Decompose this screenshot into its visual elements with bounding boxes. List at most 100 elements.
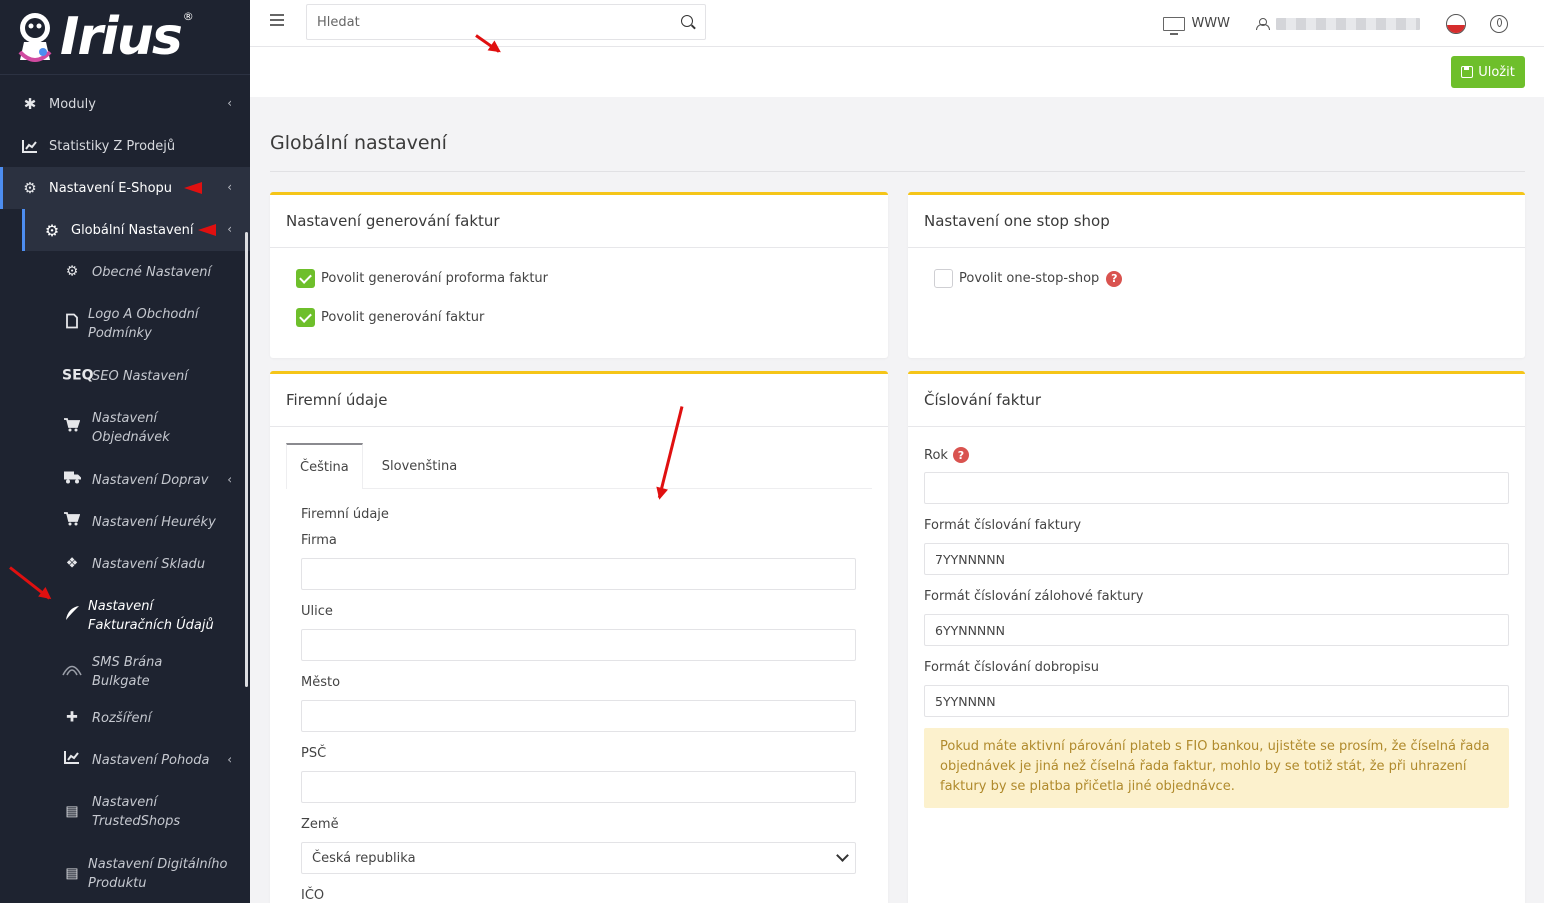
sidebar-item-label: Nastavení E-Shopu [49,180,173,196]
logout-icon[interactable] [1490,14,1508,33]
fio-warning-notice: Pokud máte aktivní párování plateb s FIO… [924,728,1509,808]
sidebar-subitem-shipping[interactable]: Nastavení Doprav ‹ [0,459,250,501]
truck-icon [62,471,82,490]
card-icon: ▤ [65,865,79,882]
sidebar-item-label: Nastavení Digitálního Produktu [88,857,228,891]
country-select[interactable]: Česká republika [301,842,856,874]
checkbox-checked[interactable] [296,308,315,327]
sidebar-subitem-digital-product[interactable]: ▤ Nastavení Digitálního Produktu [0,843,250,903]
deposit-format-input[interactable] [924,614,1509,646]
invoice-format-label: Formát číslování faktury [924,518,1082,533]
ulice-input[interactable] [301,629,856,661]
topbar-right: WWW [1163,0,1544,47]
language-tabs: Čeština Slovenština [286,443,872,489]
puzzle-icon: ✱ [23,95,37,113]
sidebar-subitem-sms[interactable]: SMS Brána Bulkgate [0,647,250,697]
search-box [306,4,706,40]
ico-label: IČO [301,888,325,903]
nav-menu: ✱ Moduly ‹ Statistiky Z Prodejů ⚙ Nastav… [0,75,250,903]
checkbox-row-proforma[interactable]: Povolit generování proforma faktur [296,269,548,288]
card-title: Firemní údaje [270,374,888,427]
card-title: Nastavení generování faktur [270,195,888,248]
floppy-disk-icon [1461,66,1474,78]
card-company-data: Firemní údaje Čeština Slovenština Firemn… [270,371,888,903]
tab-slovak[interactable]: Slovenština [363,443,470,489]
save-button[interactable]: Uložit [1451,56,1525,88]
mesto-input[interactable] [301,700,856,732]
card-title: Číslování faktur [908,374,1525,427]
cart-icon [62,418,82,438]
help-icon[interactable]: ? [952,447,969,463]
sidebar-item-modules[interactable]: ✱ Moduly ‹ [0,83,250,125]
user-icon [1256,17,1270,30]
hamburger-icon[interactable] [270,14,284,26]
sidebar-item-eshop-settings[interactable]: ⚙ Nastavení E-Shopu ‹ [0,167,250,209]
psc-label: PSČ [301,746,327,761]
logo[interactable]: Irius ® [0,0,250,75]
annotation-arrow-global [198,224,216,236]
search-input[interactable] [307,5,657,39]
www-label: WWW [1191,16,1230,31]
checkbox-label: Povolit generování proforma faktur [321,271,548,286]
firma-input[interactable] [301,558,856,590]
sidebar-item-stats[interactable]: Statistiky Z Prodejů [0,125,250,167]
firma-label: Firma [301,533,337,548]
rok-label-text: Rok [924,447,948,463]
checkbox-row-invoices[interactable]: Povolit generování faktur [296,308,484,327]
puzzle-icon: ✚ [66,709,78,726]
sidebar-subitem-extensions[interactable]: ✚ Rozšíření [0,697,250,739]
sidebar-item-label: Nastavení Heuréky [92,514,216,530]
title-divider [270,171,1525,172]
signal-icon [62,662,82,682]
search-icon[interactable] [681,15,693,27]
language-flag-icon[interactable] [1446,13,1466,34]
astronaut-icon [12,8,58,66]
user-menu[interactable] [1256,17,1420,30]
sidebar-subitem-orders[interactable]: Nastavení Objednávek [0,397,250,459]
chevron-left-icon: ‹ [227,96,232,110]
checkbox-unchecked[interactable] [934,269,953,288]
dropbox-icon: ❖ [65,555,79,572]
sidebar-subitem-pohoda[interactable]: Nastavení Pohoda ‹ [0,739,250,781]
sidebar-subitem-heureka[interactable]: Nastavení Heuréky [0,501,250,543]
card-title: Nastavení one stop shop [908,195,1525,248]
checkbox-checked[interactable] [296,269,315,288]
chevron-left-icon: ‹ [227,222,232,236]
sidebar-subitem-stock[interactable]: ❖ Nastavení Skladu [0,543,250,585]
sidebar-subitem-seo[interactable]: SEQ SEO Nastavení [0,355,250,397]
topbar: WWW [250,0,1544,47]
credit-note-format-input[interactable] [924,685,1509,717]
sidebar-item-label: SMS Brána Bulkgate [92,655,163,689]
sidebar-subitem-billing[interactable]: Nastavení Fakturačních Údajů [0,585,250,647]
sidebar-scrollbar[interactable] [245,232,248,687]
sidebar-item-label: Nastavení Pohoda [92,752,210,768]
feather-icon [62,605,82,627]
help-icon[interactable]: ? [1106,270,1123,287]
sidebar-item-label: Nastavení TrustedShops [92,795,181,829]
save-label: Uložit [1478,64,1515,80]
invoice-format-input[interactable] [924,543,1509,575]
line-chart-icon [20,136,40,156]
gears-icon: ⚙ [23,179,37,197]
www-link[interactable]: WWW [1163,16,1230,35]
sidebar: Irius ® ✱ Moduly ‹ Statistiky Z Prodejů … [0,0,250,903]
checkbox-label: Povolit one-stop-shop [959,271,1100,286]
country-select-value: Česká republika [312,850,416,866]
card-icon: ▤ [65,803,79,820]
gear-icon: ⚙ [44,220,60,240]
psc-input[interactable] [301,771,856,803]
credit-note-format-label: Formát číslování dobropisu [924,660,1100,675]
chevron-left-icon: ‹ [227,472,232,487]
checkbox-row-oss[interactable]: Povolit one-stop-shop ? [934,269,1123,288]
document-icon [62,313,82,335]
tab-czech[interactable]: Čeština [286,443,363,489]
card-one-stop-shop: Nastavení one stop shop Povolit one-stop… [908,192,1525,358]
chevron-left-icon: ‹ [227,180,232,194]
deposit-format-label: Formát číslování zálohové faktury [924,589,1144,604]
sidebar-subitem-logo-terms[interactable]: Logo A Obchodní Podmínky [0,293,250,355]
sidebar-subitem-trustedshops[interactable]: ▤ Nastavení TrustedShops [0,781,250,843]
rok-input[interactable] [924,472,1509,504]
sidebar-subitem-general[interactable]: ⚙ Obecné Nastavení [0,251,250,293]
sidebar-item-label: SEO Nastavení [92,368,188,384]
zeme-label: Země [301,817,339,832]
